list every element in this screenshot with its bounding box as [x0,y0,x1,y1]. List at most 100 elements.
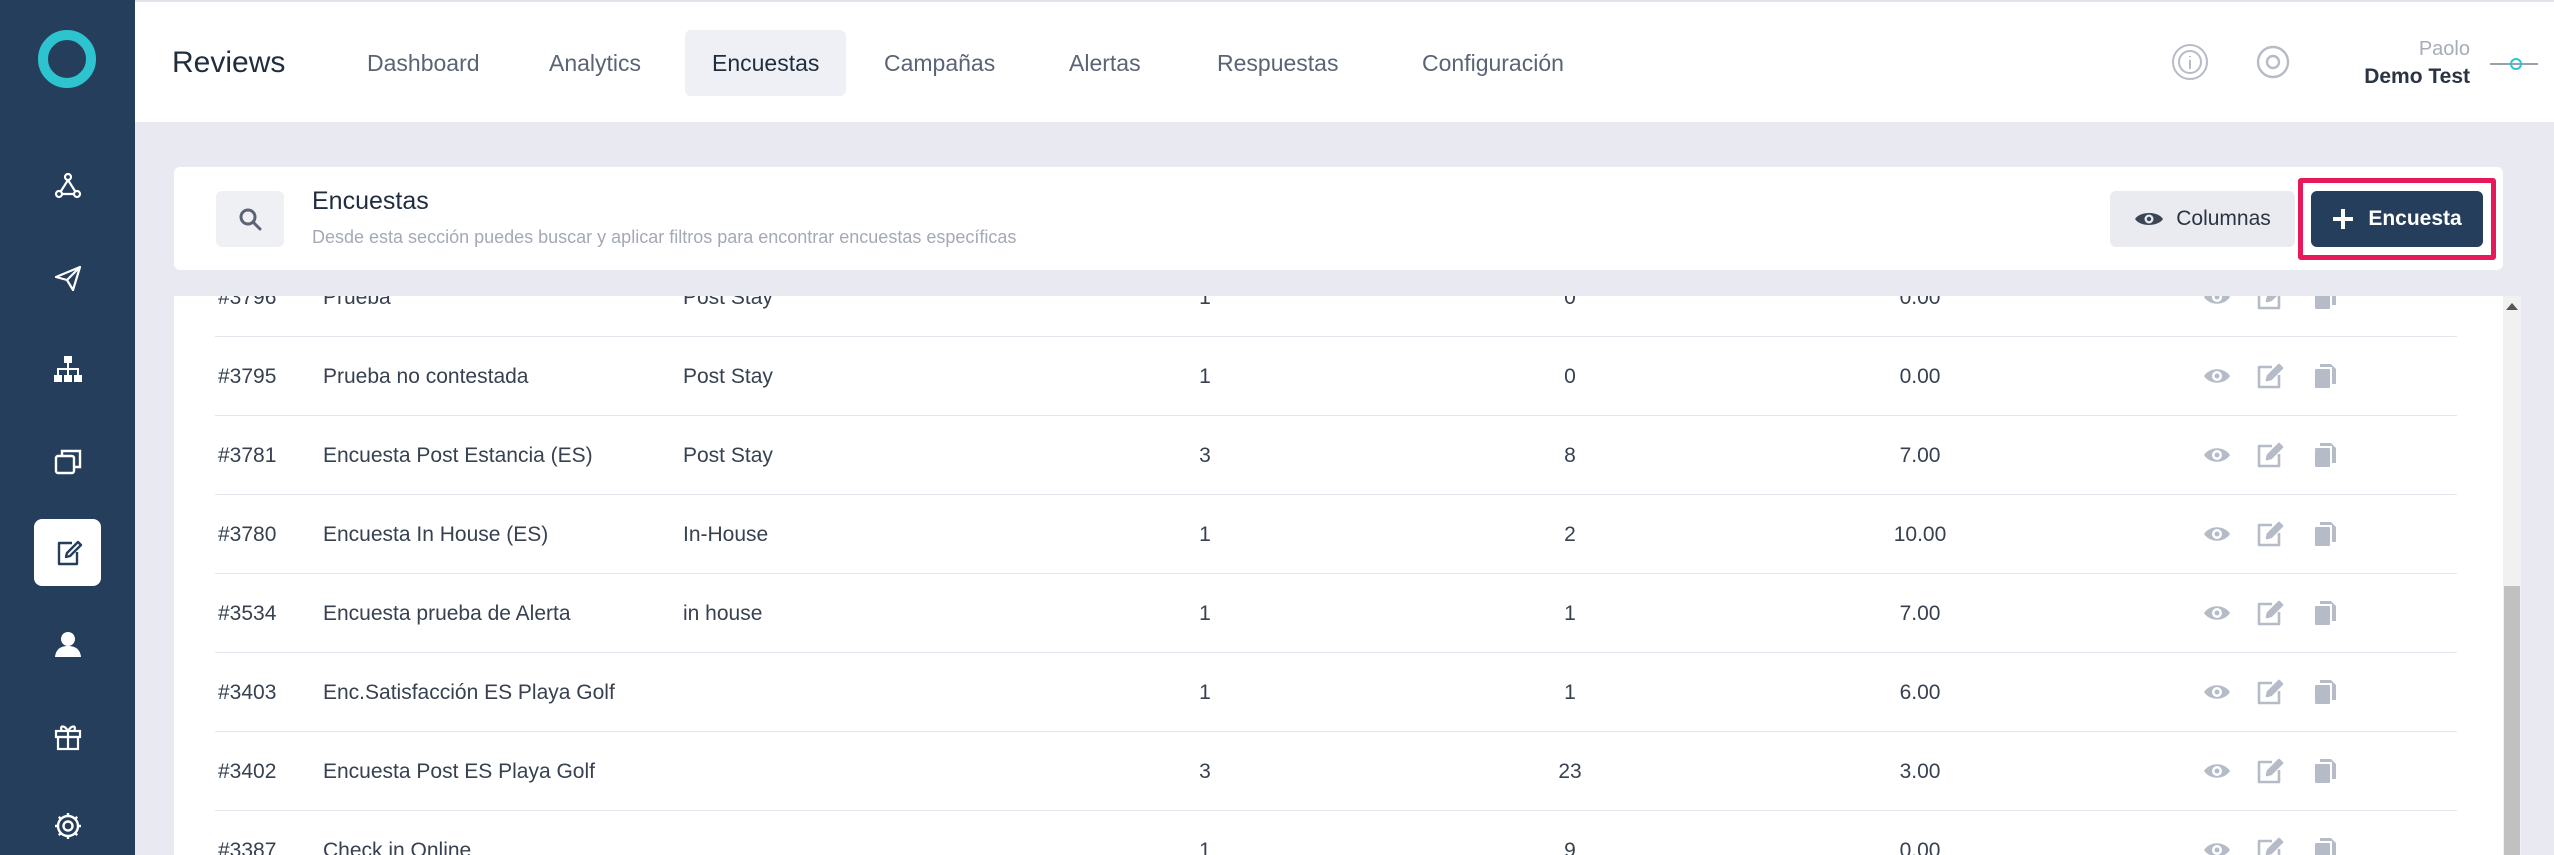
search-button[interactable] [216,191,284,247]
survey-id: #3781 [218,444,277,467]
edit-icon [2257,758,2284,784]
edit-action[interactable] [2255,677,2285,707]
help-lifebuoy-icon[interactable] [2253,42,2293,82]
survey-id: #3403 [218,681,277,704]
survey-name: Prueba no contestada [323,365,529,388]
table-row[interactable]: #3781 Encuesta Post Estancia (ES) Post S… [215,416,2457,495]
copy-action[interactable] [2310,835,2340,855]
survey-type: Post Stay [683,365,773,388]
table-row[interactable]: #3387 Check in Online 1 9 0.00 [215,811,2457,855]
view-action[interactable] [2202,519,2232,549]
edit-icon [2257,521,2284,547]
tab-analytics[interactable]: Analytics [522,30,668,96]
eye-icon [2135,213,2164,225]
eye-icon [2204,764,2230,778]
info-badge-icon[interactable] [2170,42,2210,82]
columns-button[interactable]: Columnas [2110,191,2295,247]
survey-responses: 0 [1564,365,1576,388]
user-first-name: Paolo [2418,38,2470,60]
eye-icon [2204,843,2230,855]
edit-icon [2257,296,2281,310]
eye-icon [2204,448,2230,462]
table-row[interactable]: #3780 Encuesta In House (ES) In-House 1 … [215,495,2457,574]
tab-encuestas[interactable]: Encuestas [685,30,847,96]
tab-configuracion[interactable]: Configuración [1395,30,1591,96]
app-logo[interactable] [38,30,96,88]
view-action[interactable] [2202,598,2232,628]
view-action[interactable] [2202,756,2232,786]
survey-name: Encuesta Post ES Playa Golf [323,760,595,783]
scroll-up-arrow-icon[interactable] [2506,303,2518,310]
survey-score: 7.00 [1899,602,1941,625]
survey-responses: 8 [1564,444,1576,467]
survey-score: 7.00 [1899,444,1941,467]
copy-icon [2315,680,2336,704]
tab-alertas[interactable]: Alertas [1042,30,1168,96]
edit-action[interactable] [2255,835,2285,855]
edit-action[interactable] [2255,756,2285,786]
survey-questions: 1 [1199,839,1211,855]
eye-icon [2204,369,2230,383]
view-action[interactable] [2202,835,2232,855]
tab-respuestas[interactable]: Respuestas [1190,30,1365,96]
copy-action[interactable] [2310,756,2340,786]
survey-responses: 9 [1564,839,1576,855]
edit-icon [2257,679,2284,705]
survey-score: 3.00 [1899,760,1941,783]
edit-action[interactable] [2255,598,2285,628]
edit-action[interactable] [2255,519,2285,549]
tab-campanas[interactable]: Campañas [857,30,1022,96]
view-action[interactable] [2202,677,2232,707]
view-action[interactable] [2202,361,2232,391]
survey-score: 0.00 [1899,365,1941,388]
eye-icon [2204,296,2230,304]
highlight-box [2298,178,2496,260]
edit-action[interactable] [2255,296,2285,312]
app-title: Reviews [172,46,286,79]
view-action[interactable] [2202,440,2232,470]
survey-id: #3780 [218,523,277,546]
survey-name: Check in Online [323,839,472,855]
surveys-header: Encuestas Desde esta sección puedes busc… [174,167,2503,270]
copy-icon [2315,522,2336,546]
table-row[interactable]: #3795 Prueba no contestada Post Stay 1 0… [215,337,2457,416]
tab-dashboard[interactable]: Dashboard [340,30,507,96]
scrollbar-thumb[interactable] [2504,586,2520,855]
survey-id: #3795 [218,365,277,388]
survey-questions: 1 [1199,681,1211,704]
sidebar-item-network[interactable] [34,152,101,219]
copy-icon [2315,296,2336,309]
edit-action[interactable] [2255,440,2285,470]
section-subtitle: Desde esta sección puedes buscar y aplic… [312,227,1017,247]
copy-action[interactable] [2310,440,2340,470]
table-row[interactable]: #3402 Encuesta Post ES Playa Golf 3 23 3… [215,732,2457,811]
copy-action[interactable] [2310,296,2340,312]
table-row[interactable]: #3534 Encuesta prueba de Alerta in house… [215,574,2457,653]
copy-action[interactable] [2310,361,2340,391]
copy-icon [2315,759,2336,783]
eye-icon [2204,527,2230,541]
company-logo-icon [2490,58,2538,70]
survey-responses: 2 [1564,523,1576,546]
copy-action[interactable] [2310,677,2340,707]
edit-action[interactable] [2255,361,2285,391]
edit-icon [2257,837,2284,855]
survey-responses: 1 [1564,681,1576,704]
survey-id: #3534 [218,602,277,625]
survey-questions: 3 [1199,760,1211,783]
survey-score: 0.00 [1899,839,1941,855]
survey-name: Encuesta Post Estancia (ES) [323,444,593,467]
copy-action[interactable] [2310,519,2340,549]
survey-name: Encuesta In House (ES) [323,523,549,546]
search-icon [239,208,262,231]
columns-label: Columnas [2176,207,2271,230]
table-row[interactable]: #3403 Enc.Satisfacción ES Playa Golf 1 1… [215,653,2457,732]
survey-id: #3387 [218,839,277,855]
survey-type: In-House [683,523,769,546]
copy-action[interactable] [2310,598,2340,628]
survey-score: 10.00 [1893,523,1947,546]
survey-score: 6.00 [1899,681,1941,704]
user-display-name[interactable]: Demo Test [2320,65,2470,89]
view-action[interactable] [2202,296,2232,312]
paper-plane-icon [54,265,81,291]
